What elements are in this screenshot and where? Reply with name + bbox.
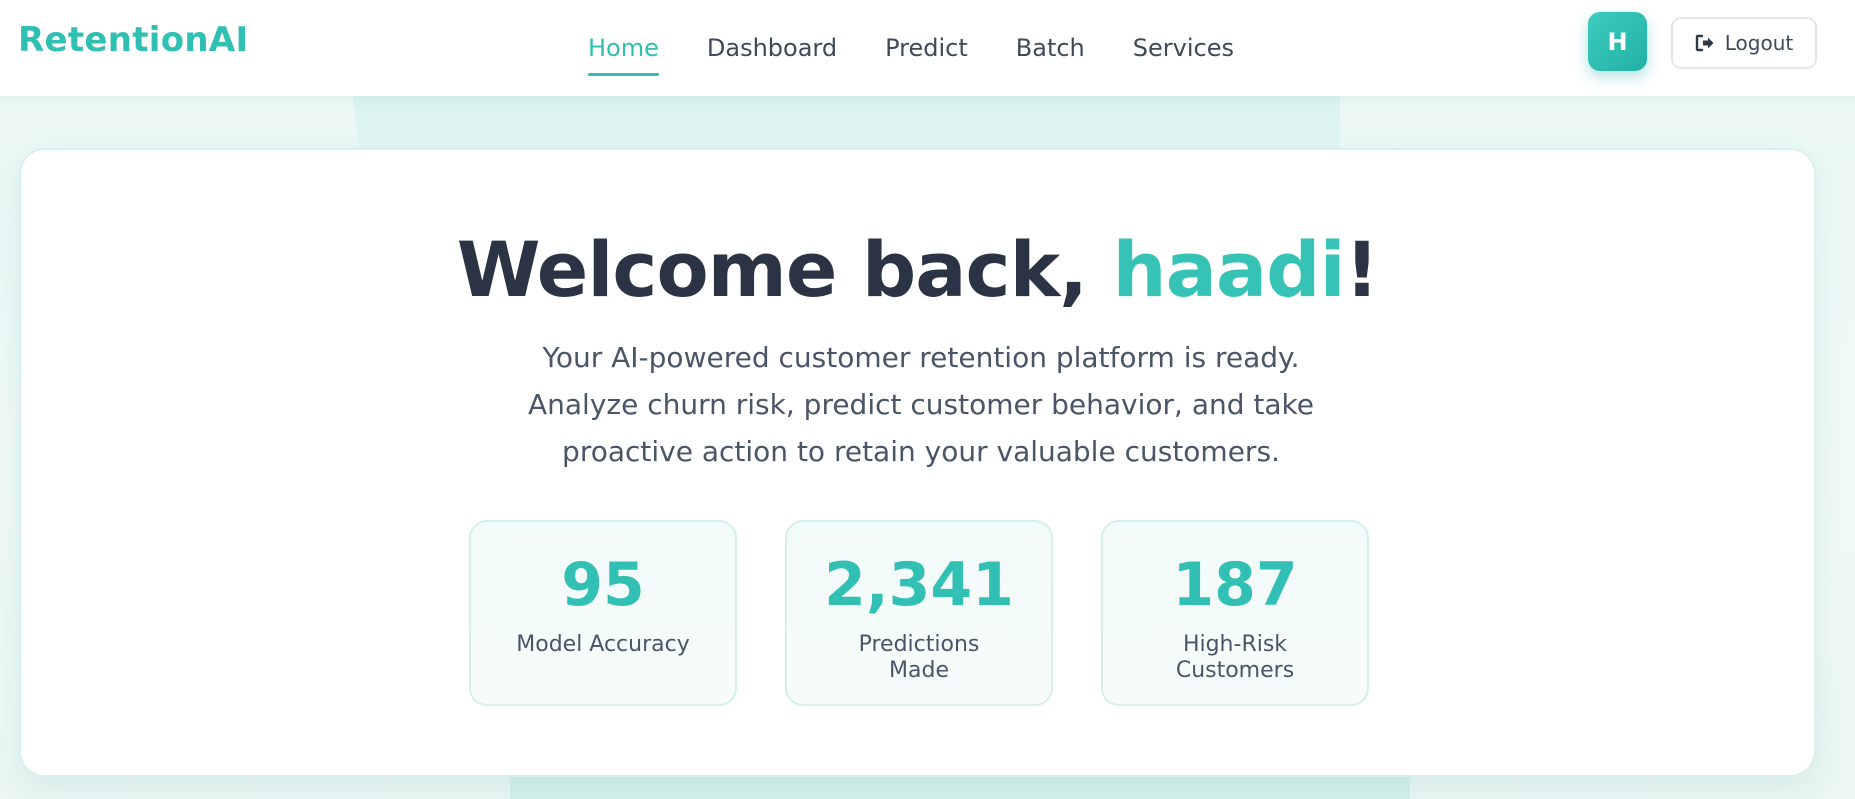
stat-card-predictions-made: 2,341 Predictions Made bbox=[785, 520, 1053, 706]
welcome-username: haadi bbox=[1112, 225, 1345, 314]
stat-card-model-accuracy: 95 Model Accuracy bbox=[469, 520, 737, 706]
stat-label: Predictions Made bbox=[858, 632, 980, 683]
welcome-suffix: ! bbox=[1344, 225, 1380, 314]
stat-label: Model Accuracy bbox=[516, 632, 690, 657]
nav-item-home[interactable]: Home bbox=[588, 34, 659, 76]
nav-item-dashboard[interactable]: Dashboard bbox=[707, 34, 837, 62]
stat-card-high-risk-customers: 187 High-Risk Customers bbox=[1101, 520, 1369, 706]
user-avatar[interactable]: H bbox=[1588, 12, 1647, 71]
welcome-subtitle: Your AI-powered customer retention platf… bbox=[527, 341, 1314, 468]
page: RetentionAI Home Dashboard Predict Batch… bbox=[0, 0, 1855, 799]
nav-item-predict[interactable]: Predict bbox=[885, 34, 968, 62]
stat-value: 187 bbox=[1172, 550, 1298, 620]
logout-icon bbox=[1695, 34, 1715, 52]
welcome-card: Welcome back, haadi! Your AI-powered cus… bbox=[19, 148, 1816, 777]
stat-label: High-Risk Customers bbox=[1175, 632, 1295, 683]
nav-item-batch[interactable]: Batch bbox=[1016, 34, 1085, 62]
navbar: RetentionAI Home Dashboard Predict Batch… bbox=[0, 0, 1855, 96]
stat-value: 2,341 bbox=[824, 550, 1014, 620]
welcome-prefix: Welcome back, bbox=[456, 225, 1113, 314]
brand-logo[interactable]: RetentionAI bbox=[18, 20, 249, 60]
logout-button[interactable]: Logout bbox=[1671, 17, 1817, 69]
nav-item-services[interactable]: Services bbox=[1133, 34, 1234, 62]
stat-value: 95 bbox=[561, 550, 645, 620]
logout-label: Logout bbox=[1724, 31, 1794, 55]
stats-row: 95 Model Accuracy 2,341 Predictions Made… bbox=[469, 520, 1417, 706]
main-nav: Home Dashboard Predict Batch Services bbox=[588, 0, 1282, 96]
welcome-title: Welcome back, haadi! bbox=[21, 225, 1814, 314]
